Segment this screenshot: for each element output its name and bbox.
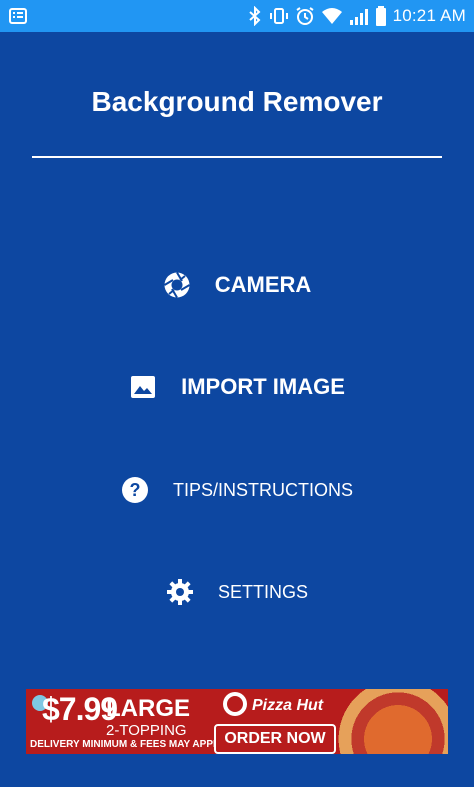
- ad-brand: Pizza Hut: [252, 697, 324, 714]
- ad-topping: 2-TOPPING: [106, 722, 187, 739]
- image-icon: [129, 373, 157, 401]
- order-now-button[interactable]: ORDER NOW: [214, 724, 336, 754]
- svg-text:?: ?: [129, 480, 140, 500]
- camera-button[interactable]: CAMERA: [0, 267, 474, 303]
- bluetooth-icon: [247, 6, 263, 26]
- alarm-icon: [295, 6, 315, 26]
- gear-icon: [166, 578, 194, 606]
- notification-icon: [8, 6, 28, 26]
- vibrate-icon: [269, 6, 289, 26]
- ad-size: LARGE: [106, 695, 190, 722]
- battery-icon: [375, 6, 387, 26]
- ad-fine-print: DELIVERY MINIMUM & FEES MAY APPLY.: [30, 739, 227, 750]
- pizza-image: [338, 689, 448, 754]
- tips-instructions-button[interactable]: ? TIPS/INSTRUCTIONS: [0, 472, 474, 508]
- status-bar: 10:21 AM: [0, 0, 474, 32]
- wifi-icon: [321, 7, 343, 25]
- settings-button[interactable]: SETTINGS: [0, 574, 474, 610]
- import-image-label: IMPORT IMAGE: [181, 374, 345, 399]
- pizza-hut-logo: Pizza Hut: [222, 691, 332, 719]
- ad-banner[interactable]: $7.99 LARGE 2-TOPPING DELIVERY MINIMUM &…: [26, 689, 448, 754]
- app-title: Background Remover: [91, 86, 383, 117]
- camera-label: CAMERA: [214, 272, 312, 297]
- settings-label: SETTINGS: [217, 581, 308, 602]
- title-divider: [32, 156, 442, 158]
- help-icon: ?: [121, 476, 149, 504]
- camera-icon: [163, 271, 191, 299]
- status-time: 10:21 AM: [392, 6, 466, 25]
- tips-instructions-label: TIPS/INSTRUCTIONS: [172, 479, 353, 500]
- import-image-button[interactable]: IMPORT IMAGE: [0, 369, 474, 405]
- signal-icon: [349, 7, 369, 25]
